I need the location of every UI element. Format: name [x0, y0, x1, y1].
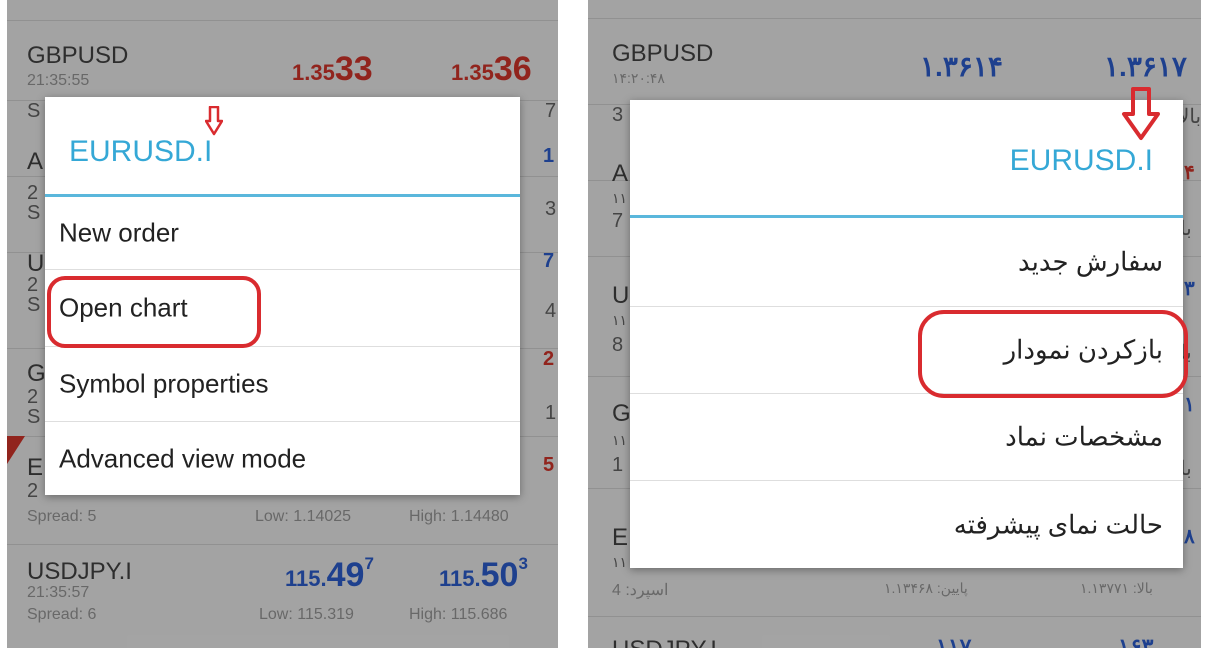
menu-item-label: Symbol properties — [59, 368, 269, 399]
menu-item-new-order[interactable]: سفارش جدید — [630, 218, 1183, 307]
menu-item-label: New order — [59, 217, 179, 248]
dialog-title: EURUSD.I — [1009, 144, 1153, 177]
dialog-title: EURUSD.I — [69, 135, 213, 168]
menu-item-advanced-view[interactable]: حالت نمای پیشرفته — [630, 481, 1183, 568]
highlight-circle — [918, 310, 1188, 398]
right-screenshot: GBPUSD ۱۴:۲۰:۴۸ ۱.۳۶۱۴ ۱.۳۶۱۷ 3 بالا A ۴… — [588, 0, 1201, 648]
down-arrow-icon — [205, 106, 223, 136]
menu-item-advanced-view[interactable]: Advanced view mode — [45, 422, 520, 495]
down-arrow-icon — [1122, 87, 1160, 140]
menu-item-label: سفارش جدید — [1018, 246, 1163, 277]
menu-item-label: مشخصات نماد — [1005, 421, 1163, 452]
menu-item-new-order[interactable]: New order — [45, 197, 520, 270]
left-screenshot: GBPUSD 21:35:55 1.3533 1.3536 S 7 A 1 2 … — [7, 0, 558, 648]
menu-item-label: حالت نمای پیشرفته — [953, 509, 1163, 539]
menu-item-symbol-properties[interactable]: مشخصات نماد — [630, 394, 1183, 481]
highlight-circle — [47, 276, 261, 348]
menu-item-symbol-properties[interactable]: Symbol properties — [45, 347, 520, 422]
menu-item-label: Advanced view mode — [59, 443, 307, 473]
